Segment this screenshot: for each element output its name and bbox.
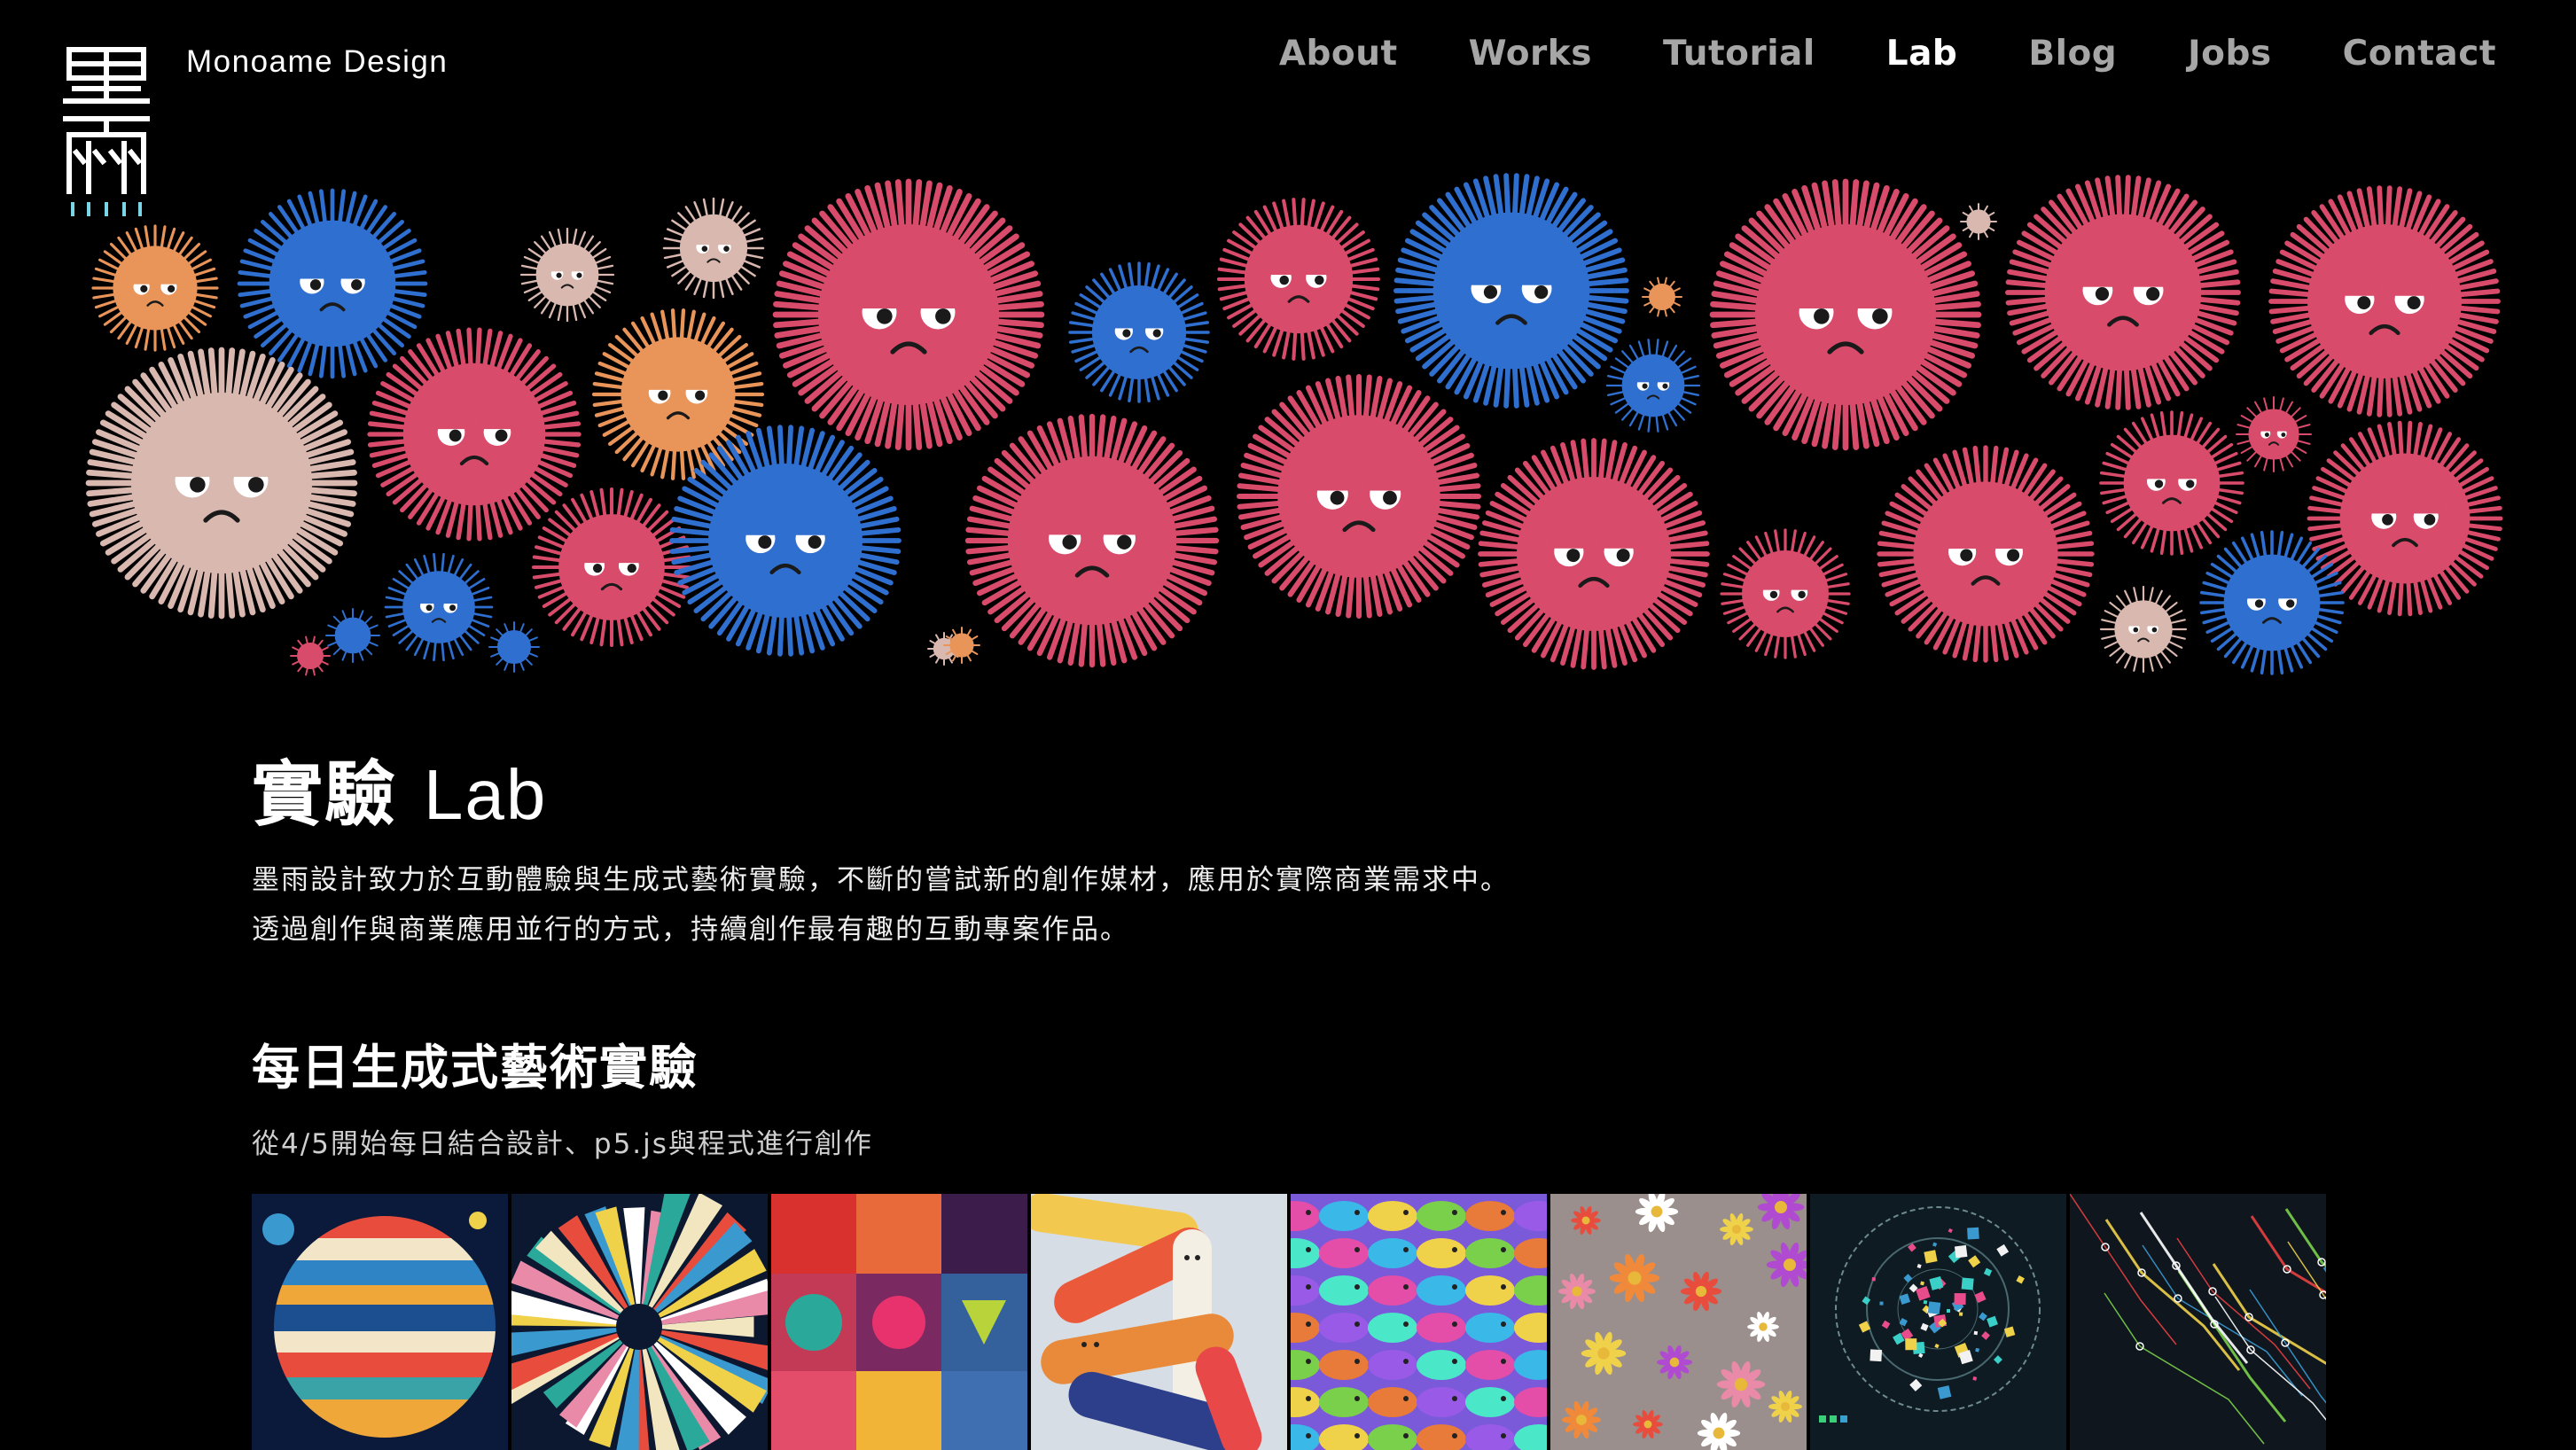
- lab-intro: 墨雨設計致力於互動體驗與生成式藝術實驗，不斷的嘗試新的創作媒材，應用於實際商業需…: [252, 855, 1510, 955]
- page-title-latin: Lab: [423, 755, 548, 834]
- network-lines-thumbnail[interactable]: [2070, 1194, 2326, 1450]
- page-title-cjk: 實驗: [252, 753, 397, 836]
- particle-radar-thumbnail[interactable]: [1810, 1194, 2066, 1450]
- brand-name[interactable]: Monoame Design: [186, 44, 448, 80]
- flower-field-thumbnail[interactable]: [1550, 1194, 1807, 1450]
- intro-line-1: 墨雨設計致力於互動體驗與生成式藝術實驗，不斷的嘗試新的創作媒材，應用於實際商業需…: [252, 864, 1510, 896]
- section-subtitle: 從4/5開始每日結合設計、p5.js與程式進行創作: [252, 1128, 873, 1160]
- rainbow-fish-thumbnail[interactable]: [1291, 1194, 1547, 1450]
- sausage-characters-thumbnail[interactable]: [1031, 1194, 1287, 1450]
- nav-jobs[interactable]: Jobs: [2188, 34, 2271, 74]
- color-blocks-thumbnail[interactable]: [771, 1194, 1027, 1450]
- germ-creatures-illustration: [85, 173, 2503, 676]
- hero-banner: [0, 151, 2576, 682]
- main-nav: About Works Tutorial Lab Blog Jobs Conta…: [1279, 34, 2496, 74]
- striped-planet-thumbnail[interactable]: [252, 1194, 508, 1450]
- nav-works[interactable]: Works: [1469, 34, 1592, 74]
- intro-line-2: 透過創作與商業應用並行的方式，持續創作最有趣的互動專案作品。: [252, 914, 1129, 946]
- nav-tutorial[interactable]: Tutorial: [1663, 34, 1815, 74]
- nav-about[interactable]: About: [1279, 34, 1398, 74]
- page-title: 實驗 Lab: [252, 737, 547, 840]
- nav-lab[interactable]: Lab: [1886, 34, 1958, 74]
- section-title: 每日生成式藝術實驗: [252, 1040, 699, 1095]
- nav-blog[interactable]: Blog: [2028, 34, 2117, 74]
- nav-contact[interactable]: Contact: [2343, 34, 2496, 74]
- thumbnail-gallery: [252, 1194, 2326, 1450]
- radial-burst-thumbnail[interactable]: [511, 1194, 768, 1450]
